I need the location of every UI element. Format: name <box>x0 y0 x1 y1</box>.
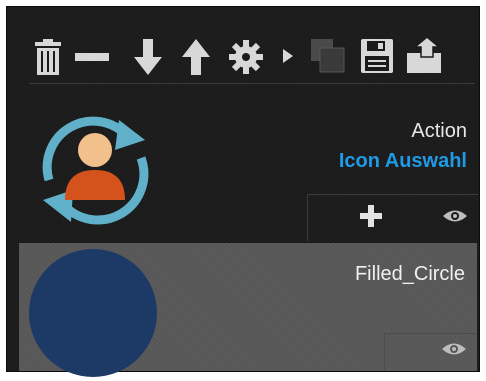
layer-title: Action <box>411 120 467 142</box>
layer-row-action[interactable]: Action Icon Auswahl <box>15 92 478 242</box>
plus-icon[interactable] <box>360 205 382 232</box>
layer-subrow <box>384 333 477 370</box>
minus-icon[interactable] <box>75 53 109 61</box>
export-icon[interactable] <box>407 37 443 73</box>
layers-panel: Action Icon Auswahl Filled_Circle <box>6 6 480 377</box>
eye-icon[interactable] <box>441 342 467 361</box>
toolbar <box>29 31 475 84</box>
filled-circle-thumbnail <box>29 249 157 377</box>
icon-selection-label[interactable]: Icon Auswahl <box>339 150 467 173</box>
arrow-up-icon[interactable] <box>181 39 211 75</box>
layer-row-filled-circle[interactable]: Filled_Circle <box>19 243 477 377</box>
trash-icon[interactable] <box>33 39 63 75</box>
copy-icon <box>311 39 345 73</box>
gear-icon[interactable] <box>229 40 263 74</box>
arrow-down-icon[interactable] <box>133 39 163 75</box>
layer-title: Filled_Circle <box>354 263 465 285</box>
save-icon[interactable] <box>361 39 393 73</box>
chevron-right-icon[interactable] <box>283 49 293 63</box>
eye-icon[interactable] <box>442 209 468 228</box>
user-sync-icon <box>29 110 159 233</box>
layer-subrow <box>307 194 478 241</box>
